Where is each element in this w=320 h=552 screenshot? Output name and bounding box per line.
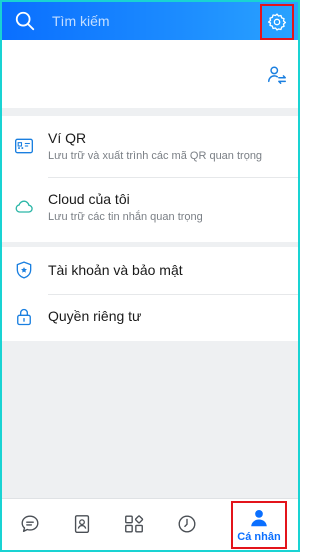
nav-personal-label: Cá nhân <box>237 531 281 543</box>
profile-area <box>2 40 298 108</box>
list-item-account-security[interactable]: Tài khoản và bảo mật <box>2 247 298 293</box>
search-icon[interactable] <box>14 10 36 32</box>
list-item-qr-wallet[interactable]: Ví QR Lưu trữ và xuất trình các mã QR qu… <box>2 116 298 177</box>
qr-wallet-title: Ví QR <box>48 130 87 146</box>
list-item-my-cloud[interactable]: Cloud của tôi Lưu trữ các tin nhắn quan … <box>2 177 298 238</box>
settings-button[interactable] <box>260 4 294 40</box>
storage-section: Ví QR Lưu trữ và xuất trình các mã QR qu… <box>2 116 298 242</box>
app-frame: Tìm kiếm Ví QR Lưu trữ và xuất trình các… <box>0 0 300 552</box>
discover-icon <box>125 515 144 533</box>
shield-icon <box>16 261 32 279</box>
lock-icon <box>17 308 31 326</box>
settings-icon <box>267 13 287 31</box>
cloud-icon <box>15 200 33 213</box>
qr-wallet-icon <box>15 138 33 154</box>
account-security-title: Tài khoản và bảo mật <box>48 262 183 278</box>
switch-account-icon[interactable] <box>266 64 288 86</box>
top-bar: Tìm kiếm <box>2 2 298 40</box>
nav-messages[interactable] <box>4 499 56 549</box>
person-icon <box>251 510 267 527</box>
nav-timeline[interactable] <box>161 499 213 549</box>
nav-personal[interactable]: Cá nhân <box>231 501 287 549</box>
nav-contacts[interactable] <box>56 499 108 549</box>
privacy-title: Quyền riêng tư <box>48 308 142 324</box>
chat-icon <box>21 515 39 533</box>
timeline-icon <box>178 515 196 533</box>
search-input[interactable]: Tìm kiếm <box>52 13 110 29</box>
list-item-privacy[interactable]: Quyền riêng tư <box>2 293 298 339</box>
bottom-navigation: Cá nhân <box>2 498 298 550</box>
qr-wallet-subtitle: Lưu trữ và xuất trình các mã QR quan trọ… <box>48 150 263 162</box>
contacts-icon <box>74 515 90 533</box>
nav-discover[interactable] <box>108 499 160 549</box>
account-section: Tài khoản và bảo mật Quyền riêng tư <box>2 247 298 341</box>
my-cloud-subtitle: Lưu trữ các tin nhắn quan trọng <box>48 211 203 223</box>
my-cloud-title: Cloud của tôi <box>48 191 130 207</box>
